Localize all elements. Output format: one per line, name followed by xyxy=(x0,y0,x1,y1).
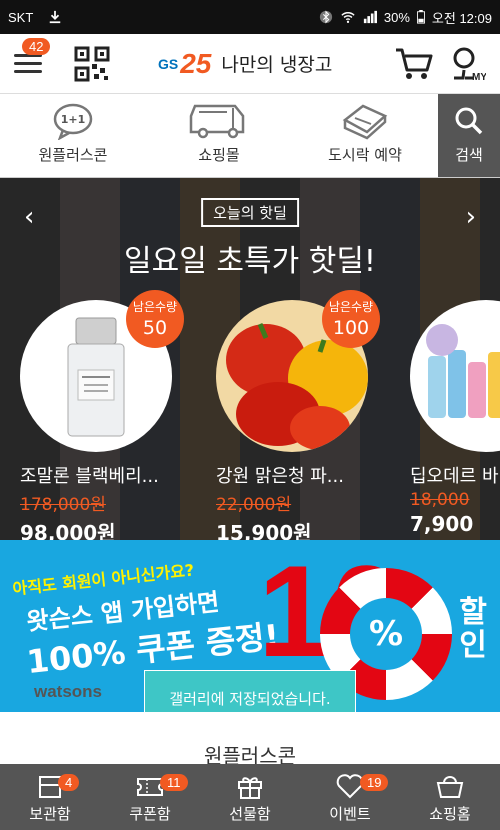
sale-bottom: 인 xyxy=(459,628,487,663)
menu-badge: 42 xyxy=(22,37,51,55)
toast-message: 갤러리에 저장되었습니다. xyxy=(144,670,356,712)
my-label: MY xyxy=(472,72,486,82)
category-label: 원플러스콘 xyxy=(38,146,108,164)
product-name: 강원 맑은청 파... xyxy=(216,466,344,487)
status-bar: SKT 30% 오전 12:09 xyxy=(0,0,500,34)
product-card[interactable]: 딥오데르 바 18,000 7,900 xyxy=(410,300,500,536)
remaining-count: 100 xyxy=(332,317,370,339)
nav-label: 보관함 xyxy=(29,805,71,823)
truck-icon xyxy=(189,104,245,139)
product-card[interactable]: 남은수량 100 강원 맑은청 파... 22,000원 15,900원 xyxy=(216,290,380,540)
product-image xyxy=(410,300,500,452)
percent-sign: % xyxy=(350,598,422,670)
event-badge: 19 xyxy=(360,774,389,791)
nav-gifts[interactable]: 선물함 xyxy=(200,764,300,830)
my-page-button[interactable]: MY xyxy=(450,46,487,83)
clock: 오전 12:09 xyxy=(431,10,492,26)
watsons-promo-banner[interactable]: 아직도 회원이 아니신가요? 왓슨스 앱 가입하면 100% 쿠폰 증정! wa… xyxy=(0,540,500,712)
product-old-price: 178,000원 xyxy=(20,495,106,515)
one-plus-one-icon: 1+1 xyxy=(53,103,93,140)
nav-coupons[interactable]: 11 쿠폰함 xyxy=(100,764,200,830)
brand-number: 25 xyxy=(180,47,212,79)
product-price: 7,900 xyxy=(410,512,474,536)
download-icon xyxy=(50,10,61,24)
search-icon xyxy=(455,107,483,135)
product-card[interactable]: 남은수량 50 조말론 블랙베리... 178,000원 98,000원 xyxy=(20,290,184,540)
sale-top: 할 xyxy=(459,595,487,630)
qr-code-icon[interactable] xyxy=(74,46,110,82)
cart-icon[interactable] xyxy=(394,46,434,82)
brand-logo[interactable]: GS 25 나만의 냉장고 xyxy=(158,48,332,80)
section-title: 원플러스콘 xyxy=(204,744,296,768)
remaining-count: 50 xyxy=(142,317,168,339)
product-name: 딥오데르 바 xyxy=(410,466,499,487)
category-shopping-mall[interactable]: 쇼핑몰 xyxy=(146,94,292,177)
nav-events[interactable]: 19 이벤트 xyxy=(300,764,400,830)
carrier-label: SKT xyxy=(8,9,34,25)
category-lunchbox[interactable]: 도시락 예약 xyxy=(292,94,438,177)
product-old-price: 18,000 xyxy=(410,490,470,510)
today-deal-tag: 오늘의 핫딜 xyxy=(201,198,299,227)
product-price: 15,900원 xyxy=(216,521,312,540)
search-button[interactable]: 검색 xyxy=(438,94,500,177)
user-icon: MY xyxy=(453,47,487,83)
next-arrow-icon[interactable]: › xyxy=(466,202,476,232)
menu-button[interactable]: 42 xyxy=(14,37,51,76)
remaining-badge: 남은수량 100 xyxy=(322,290,380,348)
deal-headline: 일요일 초특가 핫딜! xyxy=(124,244,376,279)
sale-label: 할 인 xyxy=(456,596,490,662)
remaining-label: 남은수량 xyxy=(328,300,374,314)
cosmetics-bottles-image xyxy=(426,324,500,418)
category-bar: 1+1 원플러스콘 쇼핑몰 도시락 예약 검색 xyxy=(0,94,500,178)
lunchbox-icon xyxy=(342,104,388,140)
hot-deal-carousel[interactable]: ‹ › 오늘의 핫딜 일요일 초특가 핫딜! 남은수량 50 조말론 블랙베리.… xyxy=(0,178,500,540)
app-header: 42 GS 25 나만의 냉장고 MY xyxy=(0,34,500,94)
brand-gs: GS xyxy=(158,55,179,72)
prev-arrow-icon[interactable]: ‹ xyxy=(24,202,34,232)
page-title: 나만의 냉장고 xyxy=(221,54,333,76)
product-old-price: 22,000원 xyxy=(216,495,292,515)
gift-icon xyxy=(238,777,262,799)
nav-label: 선물함 xyxy=(229,805,271,823)
remaining-badge: 남은수량 50 xyxy=(126,290,184,348)
product-price: 98,000원 xyxy=(20,521,116,540)
remaining-label: 남은수량 xyxy=(132,300,178,314)
wifi-icon xyxy=(341,12,355,23)
nav-label: 이벤트 xyxy=(329,805,371,823)
nav-storage[interactable]: 4 보관함 xyxy=(0,764,100,830)
battery-percent: 30% xyxy=(383,9,410,25)
battery-icon xyxy=(416,10,425,24)
signal-icon xyxy=(363,10,377,24)
search-label: 검색 xyxy=(455,146,483,164)
product-name: 조말론 블랙베리... xyxy=(20,466,159,487)
category-label: 쇼핑몰 xyxy=(198,146,240,164)
nav-label: 쇼핑홈 xyxy=(429,805,471,823)
coupon-badge: 11 xyxy=(160,774,188,791)
watsons-logo: watsons xyxy=(34,682,103,701)
nav-label: 쿠폰함 xyxy=(129,805,171,823)
bluetooth-icon xyxy=(319,10,333,24)
basket-icon xyxy=(436,776,464,798)
svg-text:1+1: 1+1 xyxy=(61,113,86,126)
category-label: 도시락 예약 xyxy=(328,146,402,164)
category-one-plus-one[interactable]: 1+1 원플러스콘 xyxy=(0,94,146,177)
nav-shopping-home[interactable]: 쇼핑홈 xyxy=(400,764,500,830)
storage-badge: 4 xyxy=(58,774,80,791)
bottom-navigation: 4 보관함 11 쿠폰함 선물함 19 이벤트 쇼핑홈 xyxy=(0,764,500,830)
